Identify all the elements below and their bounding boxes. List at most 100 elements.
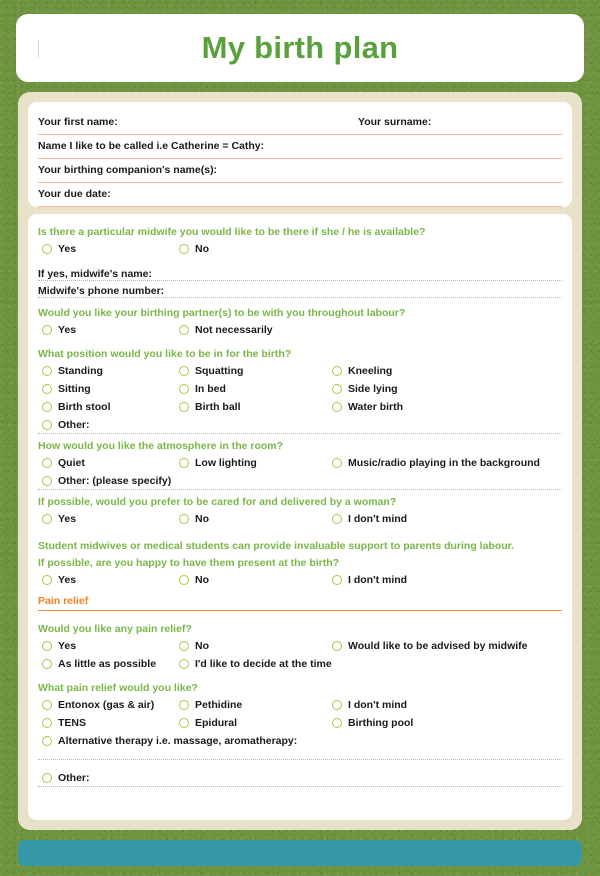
question-pain-which-options-row2: TENS Epidural Birthing pool	[38, 714, 562, 732]
radio-icon[interactable]	[42, 641, 52, 651]
radio-icon[interactable]	[332, 700, 342, 710]
radio-icon[interactable]	[179, 575, 189, 585]
option-position-other[interactable]: Other:	[38, 416, 562, 434]
option-pain-which-alternative-therapy[interactable]: Alternative therapy i.e. massage, aromat…	[38, 732, 562, 750]
option-position-in-bed[interactable]: In bed	[179, 380, 226, 398]
option-midwife-no[interactable]: No	[179, 240, 209, 258]
radio-icon[interactable]	[42, 700, 52, 710]
option-position-side-lying[interactable]: Side lying	[332, 380, 398, 398]
option-position-standing[interactable]: Standing	[42, 362, 103, 380]
question-woman-carer-title: If possible, would you prefer to be care…	[38, 496, 397, 508]
radio-icon[interactable]	[179, 700, 189, 710]
midwife-name-label: If yes, midwife's name:	[38, 268, 152, 280]
radio-icon[interactable]	[179, 244, 189, 254]
radio-icon[interactable]	[179, 402, 189, 412]
option-position-water-birth[interactable]: Water birth	[332, 398, 403, 416]
question-atmosphere-title: How would you like the atmosphere in the…	[38, 440, 284, 452]
radio-icon[interactable]	[179, 718, 189, 728]
option-position-birth-stool[interactable]: Birth stool	[42, 398, 111, 416]
radio-icon[interactable]	[42, 718, 52, 728]
option-position-kneeling[interactable]: Kneeling	[332, 362, 392, 380]
radio-icon[interactable]	[179, 384, 189, 394]
field-midwife-name[interactable]: If yes, midwife's name:	[38, 264, 562, 281]
question-woman-carer-options: Yes No I don't mind	[38, 510, 562, 528]
option-position-birth-ball[interactable]: Birth ball	[179, 398, 241, 416]
option-atmosphere-low-lighting[interactable]: Low lighting	[179, 454, 257, 472]
field-midwife-phone[interactable]: Midwife's phone number:	[38, 281, 562, 298]
radio-icon[interactable]	[179, 458, 189, 468]
option-pain-which-birthing-pool[interactable]: Birthing pool	[332, 714, 413, 732]
field-row-companion-name[interactable]: Your birthing companion's name(s):	[38, 159, 562, 183]
option-pain-want-decide-at-the-time[interactable]: I'd like to decide at the time	[179, 655, 332, 673]
radio-icon[interactable]	[42, 773, 52, 783]
option-midwife-yes[interactable]: Yes	[42, 240, 76, 258]
option-students-dont-mind[interactable]: I don't mind	[332, 571, 407, 589]
radio-icon[interactable]	[42, 244, 52, 254]
radio-icon[interactable]	[332, 458, 342, 468]
radio-icon[interactable]	[42, 659, 52, 669]
option-atmosphere-other[interactable]: Other: (please specify)	[38, 472, 562, 490]
radio-icon[interactable]	[179, 366, 189, 376]
radio-icon[interactable]	[42, 366, 52, 376]
field-row-first-name[interactable]: Your first name: Your surname:	[38, 111, 562, 135]
radio-icon[interactable]	[332, 514, 342, 524]
field-row-preferred-name[interactable]: Name I like to be called i.e Catherine =…	[38, 135, 562, 159]
radio-icon[interactable]	[42, 402, 52, 412]
option-pain-want-advised-by-midwife[interactable]: Would like to be advised by midwife	[332, 637, 528, 655]
radio-icon[interactable]	[179, 514, 189, 524]
radio-icon[interactable]	[42, 476, 52, 486]
radio-icon[interactable]	[179, 641, 189, 651]
radio-icon[interactable]	[42, 458, 52, 468]
option-students-yes[interactable]: Yes	[42, 571, 76, 589]
option-pain-want-no[interactable]: No	[179, 637, 209, 655]
question-pain-want-options-row2: As little as possible I'd like to decide…	[38, 655, 562, 673]
question-pain-which-options-row1: Entonox (gas & air) Pethidine I don't mi…	[38, 696, 562, 714]
option-woman-carer-no[interactable]: No	[179, 510, 209, 528]
radio-icon[interactable]	[179, 325, 189, 335]
option-woman-carer-dont-mind[interactable]: I don't mind	[332, 510, 407, 528]
companion-name-label: Your birthing companion's name(s):	[38, 164, 218, 176]
identity-card: Your first name: Your surname: Name I li…	[28, 102, 572, 207]
option-position-sitting[interactable]: Sitting	[42, 380, 91, 398]
option-pain-want-as-little-as-possible[interactable]: As little as possible	[42, 655, 156, 673]
option-pain-which-other-control[interactable]: Other:	[42, 769, 90, 787]
option-pain-which-pethidine[interactable]: Pethidine	[179, 696, 242, 714]
radio-icon[interactable]	[332, 641, 342, 651]
option-pain-which-entonox[interactable]: Entonox (gas & air)	[42, 696, 154, 714]
radio-icon[interactable]	[42, 325, 52, 335]
preferred-name-label: Name I like to be called i.e Catherine =…	[38, 140, 265, 152]
surname-label: Your surname:	[358, 116, 432, 128]
radio-icon[interactable]	[42, 575, 52, 585]
option-pain-which-epidural[interactable]: Epidural	[179, 714, 237, 732]
footer-bar	[18, 840, 582, 866]
field-row-due-date[interactable]: Your due date:	[38, 183, 562, 207]
radio-icon[interactable]	[332, 384, 342, 394]
due-date-label: Your due date:	[38, 188, 111, 200]
radio-icon[interactable]	[42, 736, 52, 746]
option-position-other-control[interactable]: Other:	[42, 416, 90, 434]
option-pain-which-tens[interactable]: TENS	[42, 714, 86, 732]
questions-card: Is there a particular midwife you would …	[28, 214, 572, 820]
text-cursor-icon	[38, 40, 39, 57]
radio-icon[interactable]	[42, 514, 52, 524]
option-pain-which-dont-mind[interactable]: I don't mind	[332, 696, 407, 714]
radio-icon[interactable]	[332, 402, 342, 412]
radio-icon[interactable]	[332, 366, 342, 376]
option-woman-carer-yes[interactable]: Yes	[42, 510, 76, 528]
option-partner-yes[interactable]: Yes	[42, 321, 76, 339]
option-pain-which-other[interactable]: Other:	[38, 769, 562, 787]
radio-icon[interactable]	[42, 420, 52, 430]
option-position-squatting[interactable]: Squatting	[179, 362, 243, 380]
radio-icon[interactable]	[332, 575, 342, 585]
option-partner-not-necessarily[interactable]: Not necessarily	[179, 321, 273, 339]
radio-icon[interactable]	[332, 718, 342, 728]
option-pain-want-yes[interactable]: Yes	[42, 637, 76, 655]
option-students-no[interactable]: No	[179, 571, 209, 589]
radio-icon[interactable]	[179, 659, 189, 669]
question-midwife-options: Yes No	[38, 240, 562, 258]
option-pain-which-alternative-therapy-control[interactable]: Alternative therapy i.e. massage, aromat…	[42, 732, 297, 750]
option-atmosphere-other-control[interactable]: Other: (please specify)	[42, 472, 171, 490]
radio-icon[interactable]	[42, 384, 52, 394]
option-atmosphere-quiet[interactable]: Quiet	[42, 454, 85, 472]
option-atmosphere-music[interactable]: Music/radio playing in the background	[332, 454, 540, 472]
